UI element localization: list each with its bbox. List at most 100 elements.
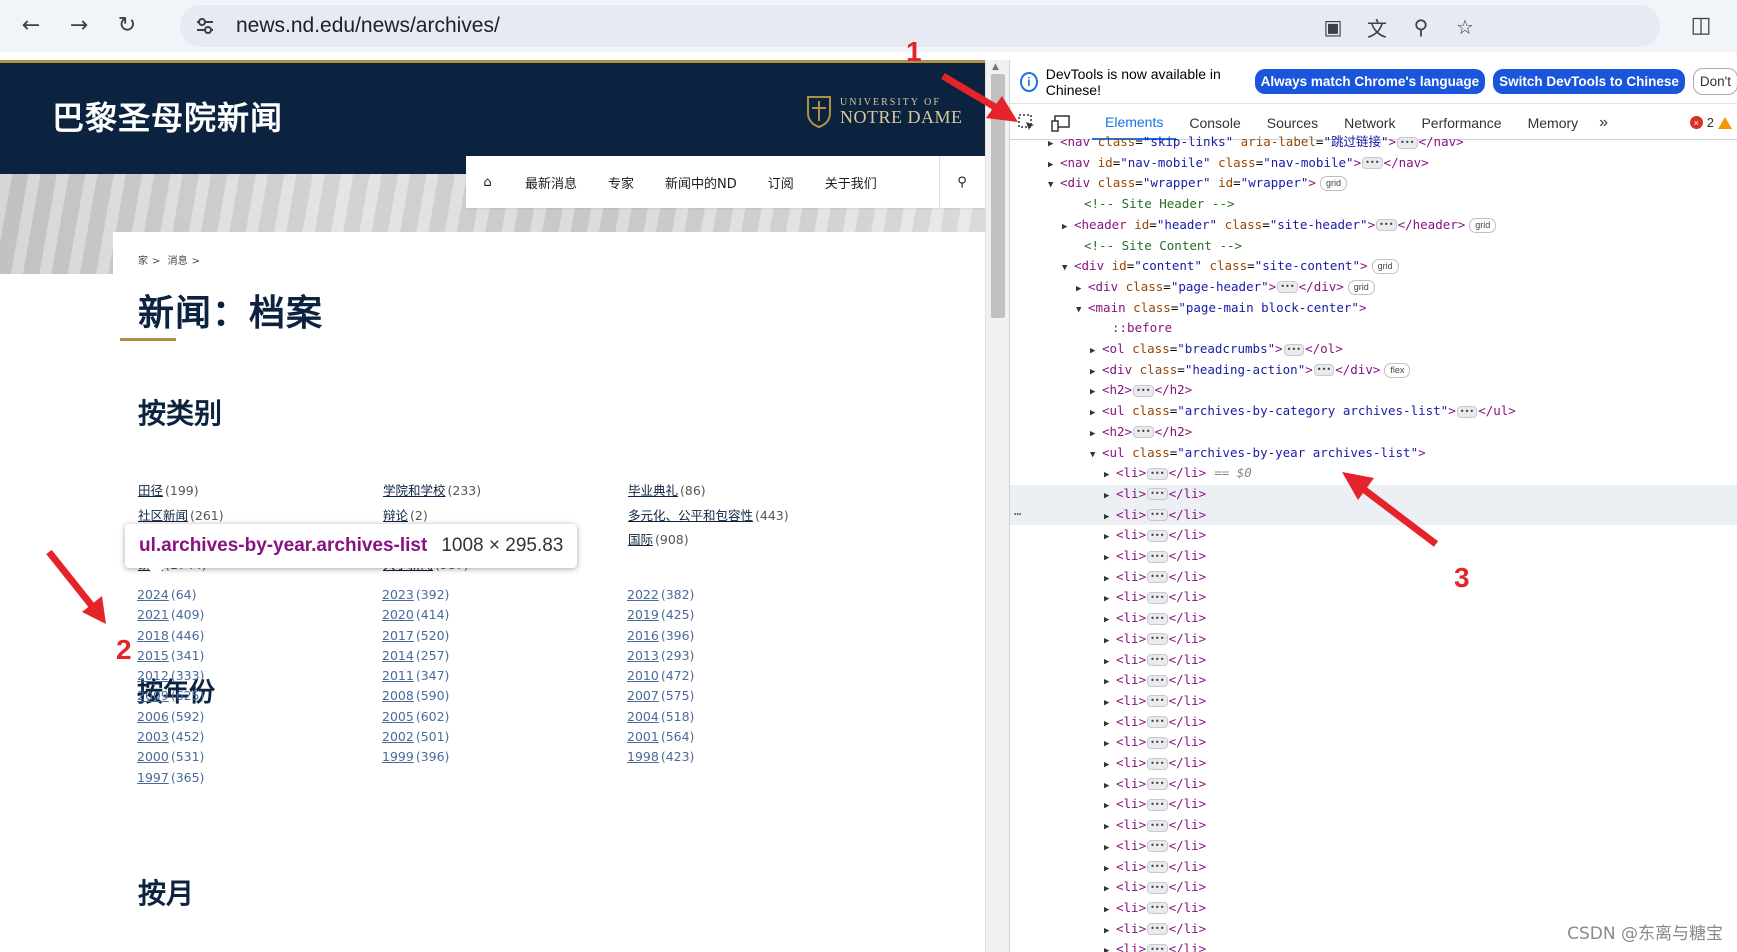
dom-node-li[interactable]: ▶ <li> ••• </li> <box>1104 877 1206 897</box>
dom-node[interactable]: ▶ <nav class="skip-links" aria-label="跳过链… <box>1048 132 1464 152</box>
year-link-label[interactable]: 2006 <box>137 709 169 724</box>
dom-node[interactable]: ▶ <ul class="archives-by-category archive… <box>1090 401 1516 421</box>
category-link[interactable]: 学院和学校 (233) <box>383 480 628 499</box>
year-link[interactable]: 2015 (341) <box>137 648 382 663</box>
notre-dame-logo[interactable]: UNIVERSITY OF NOTRE DAME <box>806 95 963 129</box>
dom-node-li[interactable]: ▶ <li> ••• </li> <box>1104 629 1206 649</box>
year-link-label[interactable]: 2008 <box>382 688 414 703</box>
nav-item-experts[interactable]: 专家 <box>593 156 651 208</box>
dom-node[interactable]: ▶ <nav id="nav-mobile" class="nav-mobile"… <box>1048 153 1429 173</box>
home-icon[interactable]: ⌂ <box>466 156 510 208</box>
dom-node-li[interactable]: ▶ <li> ••• </li> <box>1104 525 1206 545</box>
year-link[interactable]: 2014 (257) <box>382 648 627 663</box>
dom-node[interactable]: ▶ <h2> ••• </h2> <box>1090 422 1192 442</box>
forward-arrow-icon[interactable]: → <box>64 10 94 40</box>
back-arrow-icon[interactable]: ← <box>16 10 46 40</box>
install-app-icon[interactable]: ▣ <box>1320 14 1346 40</box>
search-icon[interactable]: ⚲ <box>939 156 985 208</box>
year-link[interactable]: 1999 (396) <box>382 749 627 764</box>
year-link[interactable]: 2016 (396) <box>627 628 872 643</box>
inspect-element-icon[interactable] <box>1010 106 1044 140</box>
year-link-label[interactable]: 2024 <box>137 587 169 602</box>
year-link[interactable]: 2005 (602) <box>382 709 627 724</box>
nav-item-subscribe[interactable]: 订阅 <box>753 156 810 208</box>
category-link-label[interactable]: 田径 <box>138 483 163 498</box>
year-link-label[interactable]: 2018 <box>137 628 169 643</box>
dom-node-li[interactable]: ▶ <li> ••• </li> <box>1104 567 1206 587</box>
dom-node[interactable]: ▼ <div class="wrapper" id="wrapper"> grid <box>1048 173 1347 193</box>
reload-icon[interactable]: ↻ <box>112 10 142 40</box>
year-link[interactable]: 2002 (501) <box>382 729 627 744</box>
year-link[interactable]: 2003 (452) <box>137 729 382 744</box>
site-settings-icon[interactable] <box>194 15 216 37</box>
dom-node[interactable]: <!-- Site Content --> <box>1072 236 1242 256</box>
year-link[interactable]: 2024 (64) <box>137 587 382 602</box>
category-link[interactable]: 田径 (199) <box>138 480 383 499</box>
dom-node[interactable]: ▶ <div class="page-header"> ••• </div> grid <box>1076 277 1375 297</box>
dom-node-li[interactable]: ▶ <li> ••• </li> <box>1104 712 1206 732</box>
year-link-label[interactable]: 2009 <box>137 688 169 703</box>
dom-node[interactable]: <!-- Site Header --> <box>1072 194 1235 214</box>
dom-node[interactable]: ▶ <ol class="breadcrumbs"> ••• </ol> <box>1090 339 1343 359</box>
switch-to-chinese-button[interactable]: Switch DevTools to Chinese <box>1493 69 1685 94</box>
dom-node[interactable]: ▼ <ul class="archives-by-year archives-li… <box>1090 443 1426 463</box>
category-link[interactable]: 辩论 (2) <box>383 505 628 524</box>
year-link[interactable]: 2021 (409) <box>137 607 382 622</box>
year-link-label[interactable]: 2017 <box>382 628 414 643</box>
category-link[interactable]: 多元化、公平和包容性 (443) <box>628 505 873 524</box>
year-link-label[interactable]: 2010 <box>627 668 659 683</box>
year-link[interactable]: 1997 (365) <box>137 770 382 785</box>
year-link-label[interactable]: 2002 <box>382 729 414 744</box>
breadcrumb-news[interactable]: 消息 <box>168 256 188 267</box>
site-title[interactable]: 巴黎圣母院新闻 <box>52 93 283 139</box>
dom-node[interactable]: ▶ <div class="heading-action"> ••• </div> fl… <box>1090 360 1411 380</box>
dont-show-again-button[interactable]: Don't <box>1692 68 1737 95</box>
node-actions-ellipsis[interactable]: … <box>1014 504 1021 518</box>
elements-dom-tree[interactable]: … ▶ <nav class="skip-links" aria-label="跳… <box>1010 134 1737 952</box>
category-link-label[interactable]: 国际 <box>628 532 653 547</box>
year-link-label[interactable]: 2019 <box>627 607 659 622</box>
dom-node-li[interactable]: ▶ <li> ••• </li> <box>1104 484 1206 504</box>
dom-node-li[interactable]: ▶ <li> ••• </li> <box>1104 732 1206 752</box>
year-link[interactable]: 2012 (333) <box>137 668 382 683</box>
year-link-label[interactable]: 2016 <box>627 628 659 643</box>
dom-node[interactable]: ▶ <header id="header" class="site-header"… <box>1062 215 1497 235</box>
year-link[interactable]: 2008 (590) <box>382 688 627 703</box>
dom-node-li[interactable]: ▶ <li> ••• </li> <box>1104 898 1206 918</box>
year-link-label[interactable]: 2012 <box>137 668 169 683</box>
year-link[interactable]: 2001 (564) <box>627 729 872 744</box>
page-scrollbar[interactable]: ▲ <box>985 60 1009 952</box>
extensions-icon[interactable]: ◫ <box>1686 10 1716 40</box>
dom-node-li[interactable]: ▶ <li> ••• </li> <box>1104 774 1206 794</box>
error-counter[interactable]: × 2 <box>1689 115 1737 130</box>
year-link-label[interactable]: 1997 <box>137 770 169 785</box>
dom-node-li[interactable]: ▶ <li> ••• </li> <box>1104 505 1206 525</box>
year-link-label[interactable]: 1999 <box>382 749 414 764</box>
year-link-label[interactable]: 2022 <box>627 587 659 602</box>
devtools-tab-memory[interactable]: Memory <box>1515 106 1592 140</box>
year-link-label[interactable]: 2021 <box>137 607 169 622</box>
dom-node-li[interactable]: ▶ <li> ••• </li> <box>1104 670 1206 690</box>
year-link[interactable]: 2019 (425) <box>627 607 872 622</box>
year-link[interactable]: 2007 (575) <box>627 688 872 703</box>
year-link-label[interactable]: 2015 <box>137 648 169 663</box>
year-link[interactable]: 2000 (531) <box>137 749 382 764</box>
year-link[interactable]: 2023 (392) <box>382 587 627 602</box>
dom-node-li[interactable]: ▶ <li> ••• </li> <box>1104 919 1206 939</box>
year-link[interactable]: 2004 (518) <box>627 709 872 724</box>
year-link-label[interactable]: 2004 <box>627 709 659 724</box>
category-link-label[interactable]: 多元化、公平和包容性 <box>628 508 753 523</box>
dom-node-li[interactable]: ▶ <li> ••• </li> <box>1104 794 1206 814</box>
dom-node[interactable]: ▼ <main class="page-main block-center"> <box>1076 298 1367 318</box>
url-text[interactable]: news.nd.edu/news/archives/ <box>236 14 500 38</box>
nav-item-about[interactable]: 关于我们 <box>810 156 893 208</box>
zoom-icon[interactable]: ⚲ <box>1408 14 1434 40</box>
year-link-label[interactable]: 2011 <box>382 668 414 683</box>
category-link[interactable]: 国际 (908) <box>628 529 873 548</box>
nav-item-nd-in-news[interactable]: 新闻中的ND <box>650 156 753 208</box>
scroll-up-arrow-icon[interactable]: ▲ <box>992 62 999 72</box>
dom-node-li[interactable]: ▶ <li> ••• </li> <box>1104 608 1206 628</box>
category-link[interactable]: 毕业典礼 (86) <box>628 480 873 499</box>
bookmark-star-icon[interactable]: ☆ <box>1452 14 1478 40</box>
year-link-label[interactable]: 2023 <box>382 587 414 602</box>
